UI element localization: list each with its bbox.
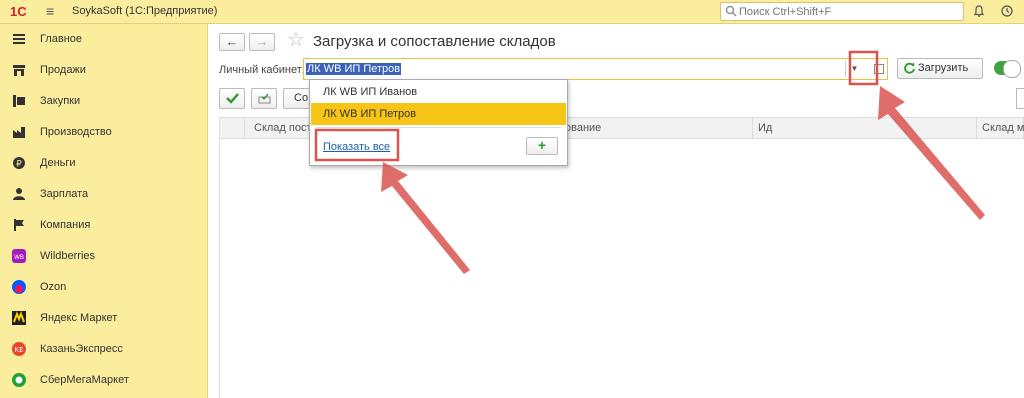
flag-icon bbox=[14, 219, 24, 231]
sidebar-item-sales[interactable]: Продажи bbox=[0, 55, 208, 86]
toggle-switch[interactable] bbox=[994, 60, 1021, 78]
wildberries-icon: WB bbox=[12, 249, 26, 263]
toolbar-button-partial[interactable]: Со bbox=[283, 88, 311, 109]
account-field-label: Личный кабинет: bbox=[219, 64, 305, 76]
forward-button[interactable]: → bbox=[249, 33, 275, 51]
column-separator bbox=[244, 118, 245, 138]
top-bar: 1С ≡ SoykaSoft (1С:Предприятие) bbox=[0, 0, 1024, 24]
sidebar-item-label: Компания bbox=[40, 219, 91, 231]
back-button[interactable]: ← bbox=[219, 33, 245, 51]
uncheck-all-button[interactable] bbox=[251, 88, 277, 109]
dropdown-item[interactable]: ЛК WB ИП Иванов bbox=[311, 81, 566, 103]
sidebar-item-kazanexpress[interactable]: KE КазаньЭкспресс bbox=[0, 334, 208, 365]
dropdown-item-selected[interactable]: ЛК WB ИП Петров bbox=[311, 103, 566, 125]
sidebar-item-purchases[interactable]: Закупки bbox=[0, 86, 208, 117]
sidebar-item-label: Главное bbox=[40, 33, 83, 45]
sidebar-item-label: Ozon bbox=[40, 281, 67, 293]
svg-text:WB: WB bbox=[14, 254, 24, 261]
account-combobox[interactable]: ЛК WB ИП Петров ▼ bbox=[303, 58, 888, 80]
open-form-icon[interactable] bbox=[874, 64, 884, 74]
check-all-button[interactable] bbox=[219, 88, 245, 109]
add-button[interactable]: + bbox=[526, 137, 558, 155]
refresh-icon bbox=[904, 62, 915, 74]
shop-icon bbox=[13, 65, 25, 76]
sidebar-item-label: Wildberries bbox=[40, 250, 96, 262]
sidebar-item-salary[interactable]: Зарплата bbox=[0, 179, 208, 210]
column-separator bbox=[752, 118, 753, 138]
table-body bbox=[219, 139, 1024, 398]
toolbar-button-right-edge[interactable] bbox=[1016, 88, 1024, 109]
checkbox-icon bbox=[258, 93, 271, 104]
sidebar-item-yandex-market[interactable]: Яндекс Маркет bbox=[0, 303, 208, 334]
column-separator bbox=[976, 118, 977, 138]
account-dropdown-list: ЛК WB ИП Иванов ЛК WB ИП Петров Показать… bbox=[309, 79, 568, 166]
search-input[interactable] bbox=[739, 5, 959, 19]
sidebar-item-money[interactable]: ₽ Деньги bbox=[0, 148, 208, 179]
kazanexpress-icon: KE bbox=[12, 342, 26, 356]
sidebar-item-company[interactable]: Компания bbox=[0, 210, 208, 241]
check-icon bbox=[226, 93, 239, 104]
hamburger-menu-icon[interactable]: ≡ bbox=[46, 4, 60, 18]
sidebar-item-label: Продажи bbox=[40, 64, 86, 76]
sidebar-item-label: Производство bbox=[40, 126, 112, 138]
show-all-link[interactable]: Показать все bbox=[323, 141, 390, 153]
person-icon bbox=[13, 188, 25, 200]
1c-logo: 1С bbox=[10, 4, 27, 19]
column-header-name[interactable]: ование bbox=[565, 122, 601, 134]
column-header-id[interactable]: Ид bbox=[758, 122, 772, 134]
sidebar-item-ozon[interactable]: Ozon bbox=[0, 272, 208, 303]
column-header-warehouse-m[interactable]: Склад м bbox=[982, 122, 1024, 134]
chevron-down-icon[interactable]: ▼ bbox=[845, 61, 863, 77]
load-button-label: Загрузить bbox=[918, 62, 969, 74]
search-box[interactable] bbox=[720, 2, 964, 21]
sidebar-item-production[interactable]: Производство bbox=[0, 117, 208, 148]
column-header-source-warehouse[interactable]: Склад пост bbox=[254, 122, 312, 134]
menu-lines-icon bbox=[13, 34, 25, 44]
sidebar-item-wildberries[interactable]: WB Wildberries bbox=[0, 241, 208, 272]
sidebar-item-sbermegamarket[interactable]: СберМегаМаркет bbox=[0, 365, 208, 396]
sidebar: Главное Продажи Закупки Производство ₽ Д… bbox=[0, 24, 208, 398]
load-button[interactable]: Загрузить bbox=[897, 58, 983, 79]
svg-text:KE: KE bbox=[14, 346, 23, 354]
sbermegamarket-icon bbox=[12, 373, 26, 387]
sidebar-item-label: Закупки bbox=[40, 95, 81, 107]
sidebar-item-label: СберМегаМаркет bbox=[40, 374, 129, 386]
sidebar-item-label: Деньги bbox=[40, 157, 76, 169]
sidebar-item-label: КазаньЭкспресс bbox=[40, 343, 123, 355]
factory-icon bbox=[13, 127, 25, 138]
search-icon bbox=[725, 5, 737, 17]
favorite-star-icon[interactable]: ☆ bbox=[287, 30, 305, 50]
history-icon[interactable] bbox=[1000, 4, 1014, 18]
ruble-icon: ₽ bbox=[13, 157, 25, 170]
page-title: Загрузка и сопоставление складов bbox=[313, 33, 556, 50]
account-field-value[interactable]: ЛК WB ИП Петров bbox=[306, 63, 402, 75]
cart-icon bbox=[13, 95, 25, 107]
divider bbox=[316, 127, 561, 128]
sidebar-item-label: Яндекс Маркет bbox=[40, 312, 118, 324]
sidebar-item-label: Зарплата bbox=[40, 188, 89, 200]
ozon-icon bbox=[12, 280, 26, 294]
bell-icon[interactable] bbox=[972, 4, 986, 18]
yandex-market-icon bbox=[12, 311, 26, 325]
sidebar-item-main[interactable]: Главное bbox=[0, 24, 208, 55]
app-title: SoykaSoft (1С:Предприятие) bbox=[72, 5, 218, 17]
svg-text:₽: ₽ bbox=[16, 160, 22, 170]
